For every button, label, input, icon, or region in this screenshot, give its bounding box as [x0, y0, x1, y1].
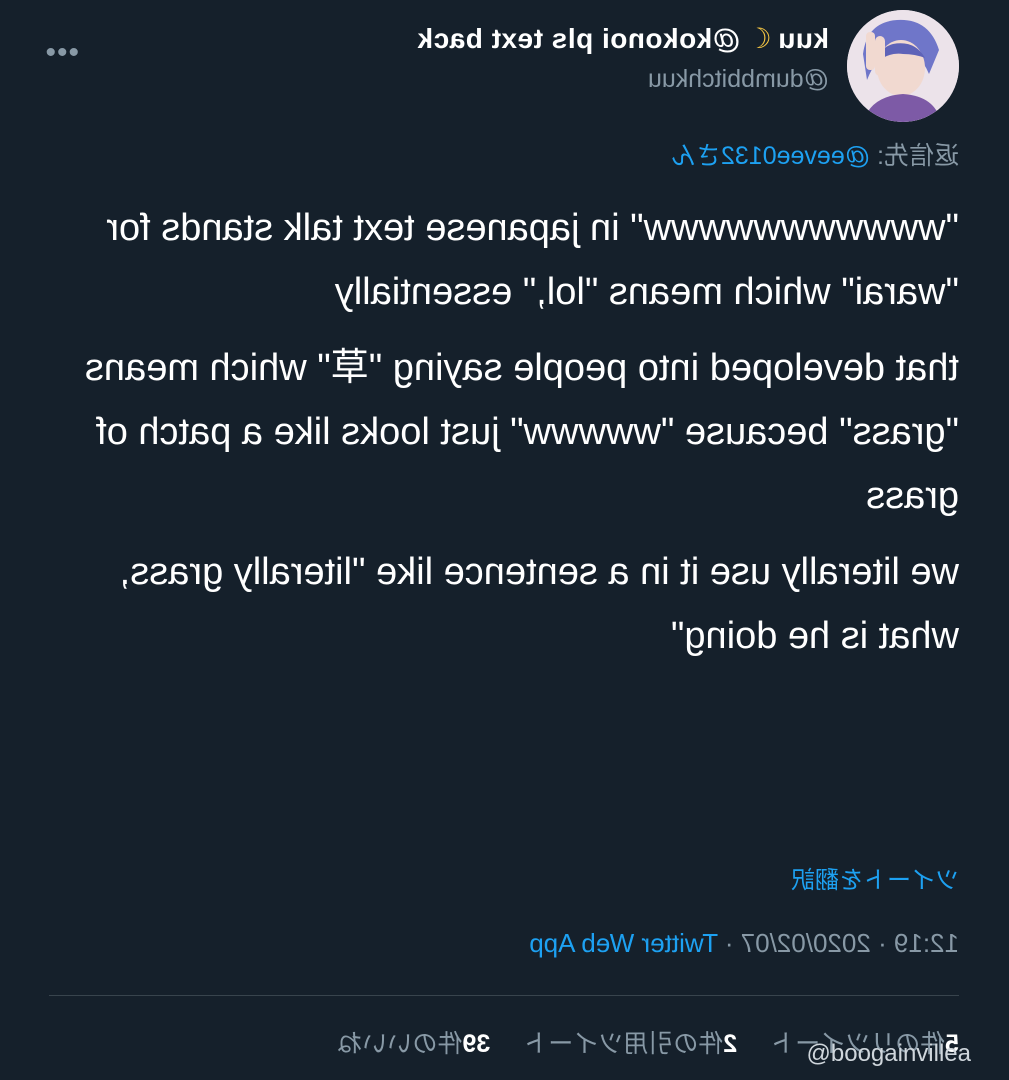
tweet-author-header: kuu ☾ @kokonoi pls text back @dumbbitchk…	[417, 22, 829, 94]
avatar-illustration	[847, 10, 959, 122]
likes-count: 39	[462, 1030, 491, 1058]
translate-tweet-link[interactable]: ツイートを翻訳	[791, 860, 959, 895]
source-app-link[interactable]: Twitter Web App	[529, 928, 718, 958]
likes-stat[interactable]: 39件のいいね	[337, 1030, 490, 1058]
divider	[49, 995, 959, 996]
tweet-paragraph-1: "wwwwwwwwwww" in japanese text talk stan…	[106, 207, 959, 313]
timestamp[interactable]: 12:19 · 2020/02/07 ·	[718, 928, 959, 958]
tweet-paragraph-3: we literally use it in a sentence like "…	[119, 551, 959, 657]
display-name-prefix: kuu	[777, 22, 829, 54]
quotes-label: 件の引用ツイート	[523, 1030, 724, 1058]
tweet-detail-mirrored: kuu ☾ @kokonoi pls text back @dumbbitchk…	[0, 0, 1009, 1080]
tweet-text: "wwwwwwwwwww" in japanese text talk stan…	[39, 196, 959, 680]
likes-label: 件のいいね	[337, 1030, 463, 1058]
crescent-moon-icon: ☾	[746, 23, 772, 54]
display-name-suffix: @kokonoi pls text back	[417, 22, 741, 54]
quotes-count: 2	[723, 1030, 738, 1058]
tweet-metadata: 12:19 · 2020/02/07 · Twitter Web App	[529, 928, 959, 959]
reply-to-line: 返信先: @eevee0132さん	[671, 136, 959, 172]
quote-tweets-stat[interactable]: 2件の引用ツイート	[523, 1030, 737, 1058]
watermark: @boogainvillea	[806, 1040, 971, 1067]
tweet-paragraph-2: that developed into people saying "草" wh…	[84, 347, 959, 517]
reply-mention-link[interactable]: @eevee0132さん	[671, 142, 870, 170]
user-handle[interactable]: @dumbbitchkuu	[417, 65, 829, 94]
more-horizontal-icon[interactable]: •••	[44, 36, 79, 70]
avatar[interactable]	[847, 10, 959, 122]
display-name[interactable]: kuu ☾ @kokonoi pls text back	[417, 22, 829, 55]
reply-prefix: 返信先:	[870, 142, 959, 170]
